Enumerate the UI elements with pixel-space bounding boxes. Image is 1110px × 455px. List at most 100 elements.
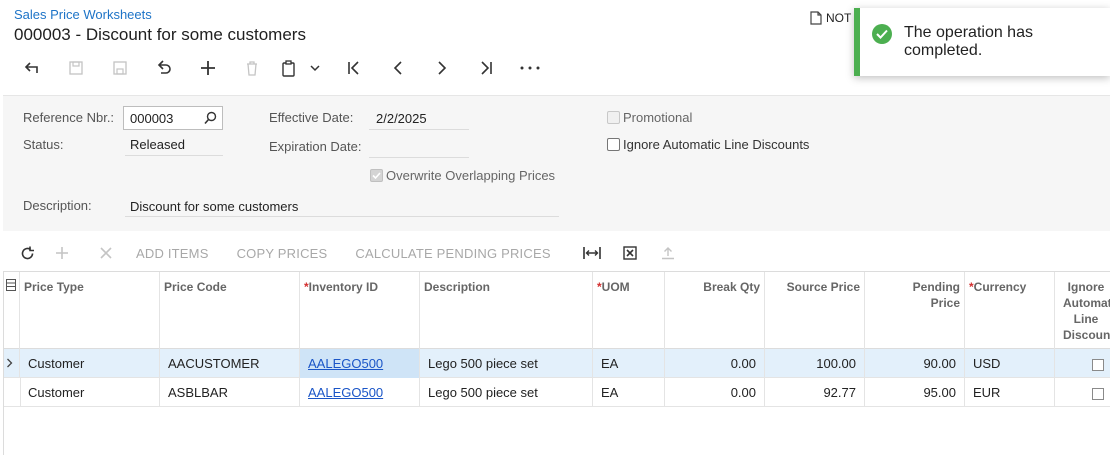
check-circle-icon: [872, 24, 892, 44]
cell-price-type[interactable]: Customer: [20, 378, 160, 407]
promotional-checkbox[interactable]: [607, 111, 620, 124]
breadcrumb[interactable]: Sales Price Worksheets: [14, 7, 152, 22]
cell-price-type[interactable]: Customer: [20, 349, 160, 378]
upload-icon: [661, 247, 674, 260]
document-form: Reference Nbr.: 000003 Status: Released …: [3, 95, 1110, 231]
toast-message: The operation has completed.: [904, 24, 1033, 59]
column-selector[interactable]: [4, 272, 20, 349]
expiration-date-underline: [369, 157, 469, 158]
grid-settings-icon: [6, 279, 16, 291]
cell-price-code[interactable]: ASBLBAR: [160, 378, 300, 407]
copy-prices-button[interactable]: COPY PRICES: [237, 246, 328, 261]
close-icon: [100, 247, 112, 259]
status-underline: [125, 155, 223, 156]
more-button[interactable]: [508, 56, 552, 80]
effective-date-label: Effective Date:: [269, 110, 354, 125]
add-button[interactable]: [186, 56, 230, 80]
add-items-button[interactable]: ADD ITEMS: [136, 246, 209, 261]
cell-ignore-auto-discounts[interactable]: [1055, 378, 1110, 407]
cell-pending-price[interactable]: 90.00: [865, 349, 965, 378]
first-record-button[interactable]: [332, 56, 376, 80]
table-row[interactable]: Customer ASBLBAR AALEGO500 Lego 500 piec…: [4, 378, 1110, 407]
success-toast[interactable]: The operation has completed.: [854, 8, 1110, 76]
reference-value: 000003: [130, 111, 174, 126]
delete-button[interactable]: [230, 56, 274, 80]
grid-header: Price Type Price Code *Inventory ID Desc…: [4, 272, 1110, 349]
save-close-button[interactable]: [54, 56, 98, 80]
refresh-icon: [21, 246, 34, 259]
copy-paste-button[interactable]: [274, 56, 304, 80]
expiration-date-label: Expiration Date:: [269, 139, 362, 154]
fit-width-icon: [582, 247, 601, 259]
promotional-label: Promotional: [623, 110, 693, 125]
save-button[interactable]: [98, 56, 142, 80]
col-uom-label: UOM: [601, 280, 630, 294]
cell-inventory-id[interactable]: AALEGO500: [300, 378, 420, 407]
cell-ignore-auto-discounts[interactable]: [1055, 349, 1110, 378]
col-currency[interactable]: *Currency: [965, 272, 1055, 349]
inventory-id-link[interactable]: AALEGO500: [308, 385, 383, 400]
cell-break-qty[interactable]: 0.00: [665, 349, 765, 378]
col-break-qty[interactable]: Break Qty: [665, 272, 765, 349]
notes-label: NOT: [826, 11, 852, 25]
ignore-auto-checkbox[interactable]: [1092, 387, 1104, 400]
export-excel-button[interactable]: [605, 246, 655, 260]
calculate-pending-prices-button[interactable]: CALCULATE PENDING PRICES: [355, 246, 550, 261]
ignore-auto-discounts-checkbox[interactable]: [607, 138, 620, 151]
col-uom[interactable]: *UOM: [593, 272, 665, 349]
notes-button[interactable]: NOT: [810, 11, 851, 25]
save-close-icon: [69, 61, 83, 75]
cell-source-price[interactable]: 92.77: [765, 378, 865, 407]
ignore-auto-discounts-label: Ignore Automatic Line Discounts: [623, 137, 810, 152]
cell-break-qty[interactable]: 0.00: [665, 378, 765, 407]
overwrite-checkbox[interactable]: [370, 169, 383, 182]
description-value[interactable]: Discount for some customers: [130, 199, 298, 214]
table-row[interactable]: Customer AACUSTOMER AALEGO500 Lego 500 p…: [4, 349, 1110, 378]
col-description[interactable]: Description: [420, 272, 593, 349]
search-icon[interactable]: [204, 111, 217, 125]
next-record-button[interactable]: [420, 56, 464, 80]
cell-description[interactable]: Lego 500 piece set: [420, 349, 593, 378]
back-button[interactable]: [10, 56, 54, 80]
col-inventory-id[interactable]: *Inventory ID: [300, 272, 420, 349]
inventory-id-link[interactable]: AALEGO500: [308, 356, 383, 371]
cell-currency[interactable]: EUR: [965, 378, 1055, 407]
first-icon: [348, 61, 359, 75]
effective-date-value[interactable]: 2/2/2025: [376, 111, 427, 126]
excel-icon: [623, 246, 637, 260]
last-icon: [481, 61, 492, 75]
fit-columns-button[interactable]: [579, 246, 605, 260]
cell-inventory-id[interactable]: AALEGO500: [300, 349, 420, 378]
cell-description[interactable]: Lego 500 piece set: [420, 378, 593, 407]
cancel-button[interactable]: [142, 56, 186, 80]
row-indicator: [4, 378, 21, 407]
ellipsis-icon: [520, 66, 540, 70]
previous-record-button[interactable]: [376, 56, 420, 80]
chevron-down-icon: [310, 65, 320, 72]
delete-row-button[interactable]: [84, 247, 128, 259]
col-source-price[interactable]: Source Price: [765, 272, 865, 349]
cell-source-price[interactable]: 100.00: [765, 349, 865, 378]
cell-uom[interactable]: EA: [593, 378, 665, 407]
cell-uom[interactable]: EA: [593, 349, 665, 378]
add-row-button[interactable]: [40, 246, 84, 260]
page-title: 000003 - Discount for some customers: [14, 25, 306, 44]
ignore-auto-checkbox[interactable]: [1092, 358, 1104, 371]
status-label: Status:: [23, 137, 64, 152]
copy-paste-dropdown[interactable]: [304, 56, 326, 80]
cell-price-code[interactable]: AACUSTOMER: [160, 349, 300, 378]
last-record-button[interactable]: [464, 56, 508, 80]
revert-icon: [157, 60, 171, 74]
upload-button[interactable]: [655, 246, 681, 260]
col-ignore-auto-discounts[interactable]: Ignore Automatic Line Discounts: [1055, 272, 1110, 349]
col-price-code[interactable]: Price Code: [160, 272, 300, 349]
trash-icon: [247, 61, 257, 76]
col-pending-price[interactable]: Pending Price: [865, 272, 965, 349]
refresh-button[interactable]: [14, 246, 40, 261]
col-price-type[interactable]: Price Type: [20, 272, 160, 349]
cell-pending-price[interactable]: 95.00: [865, 378, 965, 407]
reference-nbr-field[interactable]: 000003: [123, 106, 223, 130]
cell-currency[interactable]: USD: [965, 349, 1055, 378]
grid-toolbar: ADD ITEMS COPY PRICES CALCULATE PENDING …: [14, 241, 681, 265]
chevron-right-icon: [7, 358, 13, 368]
